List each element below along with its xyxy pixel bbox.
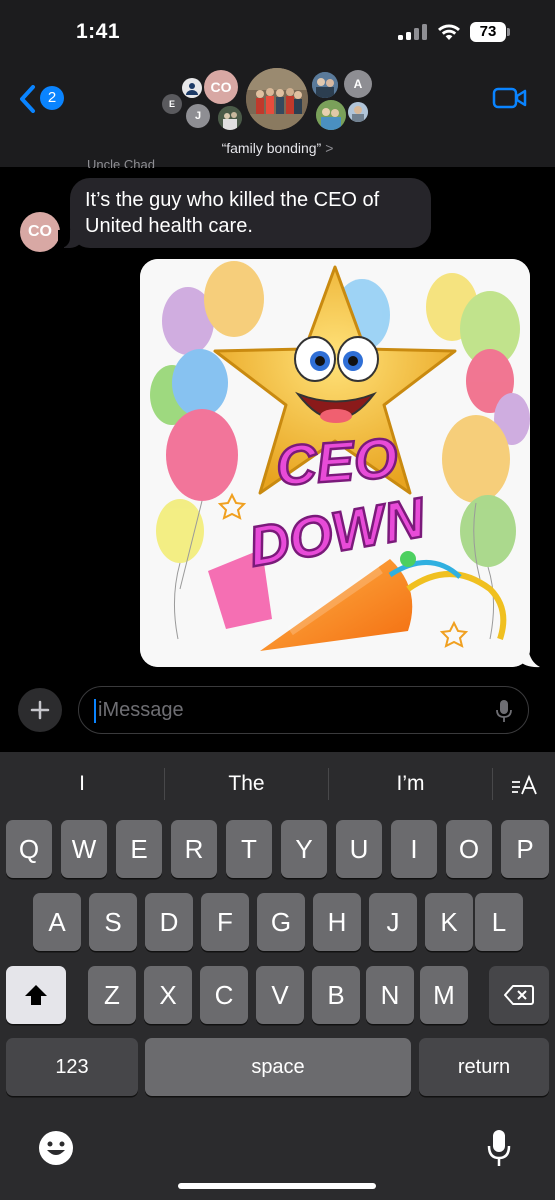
key-y[interactable]: Y — [281, 820, 327, 878]
key-f[interactable]: F — [201, 893, 249, 951]
emoji-icon[interactable] — [38, 1130, 74, 1166]
key-k[interactable]: K — [425, 893, 473, 951]
ceo-down-star-image: CEO DOWN — [140, 259, 530, 667]
group-name-button[interactable]: “family bonding” > — [0, 140, 555, 156]
dictation-mic-icon[interactable] — [496, 699, 512, 723]
status-bar: 1:41 73 — [0, 0, 555, 62]
key-s[interactable]: S — [89, 893, 137, 951]
key-i[interactable]: I — [391, 820, 437, 878]
avatar: J — [186, 104, 210, 128]
outgoing-image-message[interactable]: CEO DOWN — [140, 259, 530, 667]
suggestion-1[interactable]: I — [0, 766, 164, 802]
sender-avatar[interactable]: CO — [20, 212, 60, 252]
person-icon — [186, 83, 198, 95]
delete-key[interactable] — [489, 966, 549, 1024]
key-u[interactable]: U — [336, 820, 382, 878]
key-j[interactable]: J — [369, 893, 417, 951]
space-key[interactable]: space — [145, 1038, 411, 1096]
suggestion-2[interactable]: The — [165, 766, 328, 802]
unread-badge: 2 — [40, 86, 64, 110]
chevron-right-icon: > — [325, 140, 334, 156]
battery-indicator: 73 — [470, 22, 510, 42]
key-p[interactable]: P — [501, 820, 549, 878]
avatar — [182, 78, 202, 98]
add-attachment-button[interactable] — [18, 688, 62, 732]
image-text-ceo: CEO — [274, 426, 399, 497]
key-a[interactable]: A — [33, 893, 81, 951]
sender-name: Uncle Chad — [87, 158, 155, 168]
home-indicator[interactable] — [178, 1183, 376, 1189]
chevron-left-icon — [20, 85, 35, 113]
video-call-icon[interactable] — [492, 86, 528, 110]
avatar-photo — [246, 68, 308, 130]
return-key[interactable]: return — [419, 1038, 549, 1096]
key-n[interactable]: N — [366, 966, 414, 1024]
shift-key[interactable] — [6, 966, 66, 1024]
key-b[interactable]: B — [312, 966, 360, 1024]
text-format-icon[interactable] — [510, 774, 538, 798]
backspace-icon — [504, 985, 534, 1005]
dictation-mic-icon[interactable] — [487, 1128, 511, 1168]
group-name: “family bonding” — [221, 140, 322, 156]
key-h[interactable]: H — [313, 893, 361, 951]
key-d[interactable]: D — [145, 893, 193, 951]
key-q[interactable]: Q — [6, 820, 52, 878]
group-avatars[interactable]: E CO J A — [160, 66, 380, 136]
key-z[interactable]: Z — [88, 966, 136, 1024]
plus-icon — [30, 700, 50, 720]
key-t[interactable]: T — [226, 820, 272, 878]
avatar-photo — [316, 100, 346, 130]
key-e[interactable]: E — [116, 820, 162, 878]
back-button[interactable]: 2 — [18, 82, 68, 116]
text-cursor — [94, 699, 96, 723]
divider — [492, 768, 493, 800]
key-w[interactable]: W — [61, 820, 107, 878]
incoming-message-bubble[interactable]: It’s the guy who killed the CEO of Unite… — [58, 178, 431, 248]
avatar-photo — [218, 106, 242, 130]
key-m[interactable]: M — [420, 966, 468, 1024]
avatar-photo — [348, 102, 368, 122]
key-o[interactable]: O — [446, 820, 492, 878]
key-l[interactable]: L — [475, 893, 523, 951]
key-x[interactable]: X — [144, 966, 192, 1024]
shift-arrow-icon — [25, 985, 47, 1005]
numbers-key[interactable]: 123 — [6, 1038, 138, 1096]
key-r[interactable]: R — [171, 820, 217, 878]
avatar-photo — [312, 72, 338, 98]
avatar: E — [162, 94, 182, 114]
message-input[interactable]: iMessage — [78, 686, 529, 734]
suggestion-3[interactable]: I’m — [329, 766, 492, 802]
bubble-tail — [518, 648, 540, 668]
key-v[interactable]: V — [256, 966, 304, 1024]
clock: 1:41 — [76, 20, 121, 43]
message-text: It’s the guy who killed the CEO of Unite… — [85, 189, 380, 237]
wifi-icon — [438, 24, 460, 40]
message-placeholder: iMessage — [98, 699, 184, 721]
conversation-header: 2 E CO J A “family bonding” > — [0, 62, 555, 167]
avatar: A — [344, 70, 372, 98]
cellular-signal-icon — [398, 24, 428, 40]
key-c[interactable]: C — [200, 966, 248, 1024]
avatar: CO — [204, 70, 238, 104]
key-g[interactable]: G — [257, 893, 305, 951]
keyboard: I The I’m Q W E R T Y U I O P A S D F G … — [0, 752, 555, 1200]
